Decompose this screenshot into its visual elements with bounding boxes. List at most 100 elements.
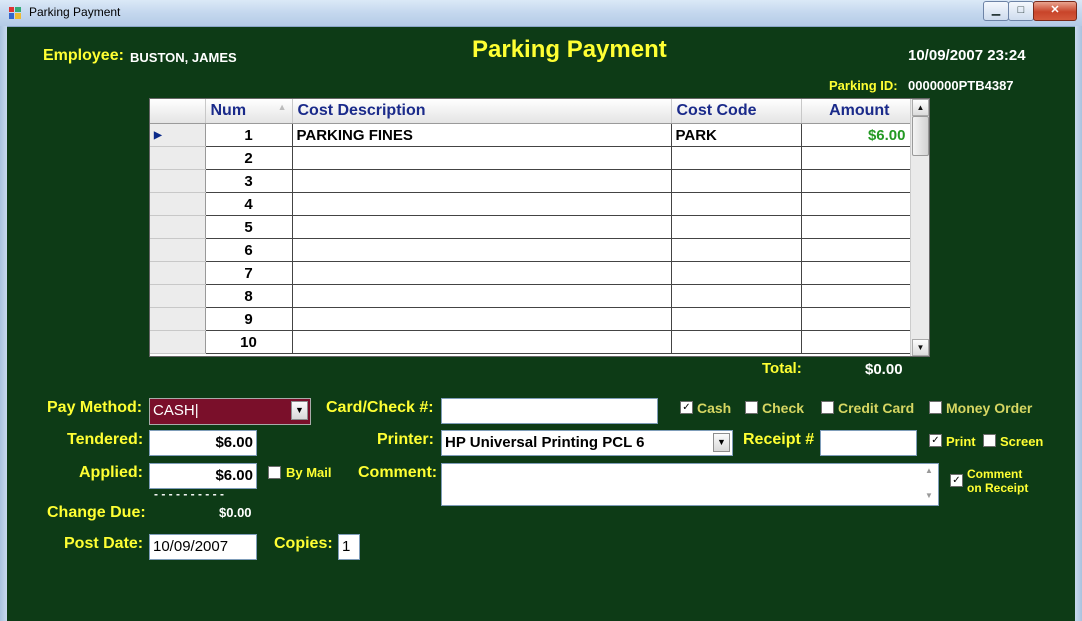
cell-num[interactable]: 4 <box>205 192 293 216</box>
table-row[interactable]: 8 <box>150 284 911 308</box>
scroll-up-icon[interactable]: ▲ <box>912 99 929 116</box>
row-selector[interactable] <box>150 307 206 331</box>
cell-cost-description[interactable] <box>292 284 672 308</box>
comment-scroll-up-icon[interactable]: ▲ <box>925 466 933 475</box>
cell-num[interactable]: 6 <box>205 238 293 262</box>
cell-amount[interactable] <box>801 169 911 193</box>
row-selector[interactable] <box>150 330 206 354</box>
printer-select[interactable]: HP Universal Printing PCL 6 ▼ <box>441 430 733 456</box>
column-header-amount[interactable]: Amount <box>801 99 911 124</box>
column-header-cost-description[interactable]: Cost Description <box>292 99 672 124</box>
cell-amount[interactable] <box>801 215 911 239</box>
table-row[interactable]: 7 <box>150 261 911 285</box>
comment-scroll-down-icon[interactable]: ▼ <box>925 491 933 500</box>
form-title: Parking Payment <box>472 36 667 63</box>
copies-input[interactable]: 1 <box>338 534 360 560</box>
cell-cost-code[interactable] <box>671 146 802 170</box>
credit-card-label: Credit Card <box>838 400 915 416</box>
close-button[interactable]: ✕ <box>1033 1 1077 21</box>
cell-cost-description[interactable] <box>292 238 672 262</box>
cell-num[interactable]: 7 <box>205 261 293 285</box>
money-order-checkbox[interactable] <box>929 401 942 414</box>
cell-cost-description[interactable] <box>292 307 672 331</box>
print-checkbox[interactable]: ✓ <box>929 434 942 447</box>
cell-amount[interactable] <box>801 192 911 216</box>
cell-cost-code[interactable] <box>671 307 802 331</box>
column-header-num[interactable]: Num ▲ <box>205 99 293 124</box>
cell-cost-code[interactable] <box>671 215 802 239</box>
table-row[interactable]: 4 <box>150 192 911 216</box>
comment-on-receipt-checkbox[interactable]: ✓ <box>950 474 963 487</box>
row-selector[interactable] <box>150 284 206 308</box>
cell-amount[interactable]: $6.00 <box>801 123 911 147</box>
row-selector[interactable] <box>150 261 206 285</box>
printer-label: Printer: <box>377 431 434 448</box>
maximize-button[interactable]: □ <box>1008 1 1034 21</box>
minimize-button[interactable]: ▁ <box>983 1 1009 21</box>
cell-cost-code[interactable] <box>671 238 802 262</box>
cell-cost-code[interactable]: PARK <box>671 123 802 147</box>
tendered-label: Tendered: <box>67 431 144 448</box>
cell-num[interactable]: 10 <box>205 330 293 354</box>
cell-amount[interactable] <box>801 284 911 308</box>
cell-num[interactable]: 3 <box>205 169 293 193</box>
cell-cost-code[interactable] <box>671 169 802 193</box>
column-header-cost-code[interactable]: Cost Code <box>671 99 802 124</box>
table-row[interactable]: 10 <box>150 330 911 354</box>
cell-cost-code[interactable] <box>671 261 802 285</box>
table-row[interactable]: 2 <box>150 146 911 170</box>
check-checkbox[interactable] <box>745 401 758 414</box>
cell-cost-code[interactable] <box>671 330 802 354</box>
cell-amount[interactable] <box>801 307 911 331</box>
cell-cost-description[interactable] <box>292 146 672 170</box>
row-selector[interactable] <box>150 238 206 262</box>
chevron-down-icon[interactable]: ▼ <box>291 401 308 420</box>
table-row[interactable]: 9 <box>150 307 911 331</box>
row-selector[interactable] <box>150 192 206 216</box>
scroll-thumb[interactable] <box>912 116 929 156</box>
cell-cost-description[interactable] <box>292 261 672 285</box>
cell-cost-description[interactable] <box>292 330 672 354</box>
post-date-input[interactable]: 10/09/2007 <box>149 534 257 560</box>
credit-card-checkbox[interactable] <box>821 401 834 414</box>
cell-num[interactable]: 8 <box>205 284 293 308</box>
sort-indicator-icon: ▲ <box>277 102 287 112</box>
cell-cost-description[interactable] <box>292 169 672 193</box>
card-check-input[interactable] <box>441 398 658 424</box>
cell-cost-description[interactable]: PARKING FINES <box>292 123 672 147</box>
cell-cost-code[interactable] <box>671 192 802 216</box>
row-selector[interactable] <box>150 146 206 170</box>
title-bar[interactable]: Parking Payment ▁ □ ✕ <box>0 0 1082 27</box>
row-selector[interactable] <box>150 215 206 239</box>
printer-chevron-down-icon[interactable]: ▼ <box>713 433 730 452</box>
receipt-input[interactable] <box>820 430 917 456</box>
cell-num[interactable]: 1 <box>205 123 293 147</box>
row-selector-header <box>150 99 206 124</box>
cell-amount[interactable] <box>801 261 911 285</box>
applied-input[interactable]: $6.00 <box>149 463 257 489</box>
row-selector[interactable]: ▶ <box>150 123 206 147</box>
cell-cost-description[interactable] <box>292 192 672 216</box>
table-row[interactable]: 5 <box>150 215 911 239</box>
comment-textarea[interactable] <box>441 463 939 506</box>
cell-num[interactable]: 9 <box>205 307 293 331</box>
cell-num[interactable]: 2 <box>205 146 293 170</box>
cell-cost-code[interactable] <box>671 284 802 308</box>
cash-checkbox[interactable]: ✓ <box>680 401 693 414</box>
table-row[interactable]: 3 <box>150 169 911 193</box>
cell-amount[interactable] <box>801 330 911 354</box>
row-selector[interactable] <box>150 169 206 193</box>
screen-checkbox[interactable] <box>983 434 996 447</box>
cell-num[interactable]: 5 <box>205 215 293 239</box>
tendered-input[interactable]: $6.00 <box>149 430 257 456</box>
grid-vertical-scrollbar[interactable]: ▲ ▼ <box>910 99 929 356</box>
cell-amount[interactable] <box>801 238 911 262</box>
pay-method-select[interactable]: CASH| ▼ <box>149 398 311 425</box>
scroll-down-icon[interactable]: ▼ <box>912 339 929 356</box>
by-mail-checkbox[interactable] <box>268 466 281 479</box>
cost-grid[interactable]: Num ▲ Cost Description Cost Code Amount ▶… <box>149 98 930 357</box>
cell-cost-description[interactable] <box>292 215 672 239</box>
table-row[interactable]: 6 <box>150 238 911 262</box>
cell-amount[interactable] <box>801 146 911 170</box>
table-row[interactable]: ▶ 1 PARKING FINES PARK $6.00 <box>150 123 911 147</box>
